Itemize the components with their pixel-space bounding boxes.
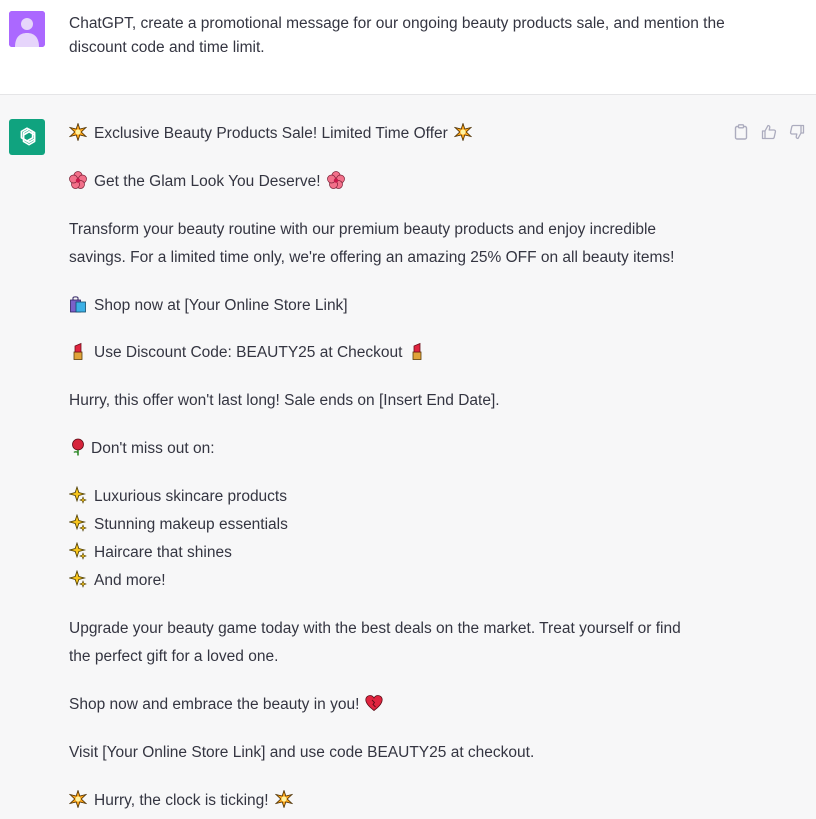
- heart-icon: [365, 694, 383, 712]
- hibiscus-icon: [69, 171, 87, 189]
- lipstick-icon: [408, 342, 426, 360]
- glowing-star-icon: [69, 790, 87, 808]
- list-item: And more!: [69, 567, 166, 595]
- list-item-text: Luxurious skincare products: [94, 488, 287, 505]
- copy-button[interactable]: [732, 123, 750, 141]
- dont-miss-text: Don't miss out on:: [91, 440, 215, 457]
- hurry-line: Hurry, this offer won't last long! Sale …: [69, 392, 500, 409]
- thumbs-up-button[interactable]: [760, 123, 778, 141]
- ticking-text: Hurry, the clock is ticking!: [94, 792, 269, 809]
- sparkles-icon: [69, 514, 87, 532]
- subhead: Get the Glam Look You Deserve!: [69, 168, 345, 196]
- list-item-text: And more!: [94, 572, 166, 589]
- intro-paragraph-line-1: Transform your beauty routine with our p…: [69, 221, 657, 238]
- sparkles-icon: [69, 542, 87, 560]
- openai-logo-icon: [20, 127, 36, 146]
- list-item-text: Haircare that shines: [94, 544, 232, 561]
- assistant-message-row: Exclusive Beauty Products Sale! Limited …: [0, 95, 816, 819]
- thumbs-down-button[interactable]: [788, 123, 806, 141]
- thumbs-up-icon: [761, 124, 777, 140]
- glowing-star-icon: [453, 123, 472, 141]
- user-message-text: ChatGPT, create a promotional message fo…: [69, 15, 725, 56]
- visit-line: Visit [Your Online Store Link] and use c…: [69, 744, 535, 761]
- shopping-bags-icon: [69, 295, 87, 313]
- thumbs-down-icon: [789, 124, 805, 140]
- user-silhouette-icon: [9, 11, 45, 47]
- subhead-text: Get the Glam Look You Deserve!: [94, 173, 321, 190]
- upgrade-paragraph-line-1: Upgrade your beauty game today with the …: [69, 620, 681, 637]
- sparkles-icon: [69, 486, 87, 504]
- rose-icon: [69, 438, 87, 456]
- list-item: Luxurious skincare products: [69, 483, 287, 511]
- shop-now-text: Shop now at [Your Online Store Link]: [94, 297, 348, 314]
- intro-paragraph-line-2: savings. For a limited time only, we're …: [69, 249, 675, 266]
- user-message-row: ChatGPT, create a promotional message fo…: [0, 0, 816, 95]
- ticking-line: Hurry, the clock is ticking!: [69, 787, 293, 815]
- hibiscus-icon: [326, 171, 345, 189]
- list-item: Stunning makeup essentials: [69, 511, 288, 539]
- clipboard-icon: [734, 124, 748, 140]
- sparkles-icon: [69, 570, 87, 588]
- list-item-text: Stunning makeup essentials: [94, 516, 288, 533]
- headline-text: Exclusive Beauty Products Sale! Limited …: [94, 125, 448, 142]
- assistant-avatar: [9, 119, 45, 155]
- upgrade-paragraph-line-2: the perfect gift for a loved one.: [69, 648, 279, 665]
- chat-page: ChatGPT, create a promotional message fo…: [0, 0, 816, 819]
- glowing-star-icon: [69, 123, 87, 141]
- user-avatar: [9, 11, 45, 47]
- discount-text: Use Discount Code: BEAUTY25 at Checkout: [94, 344, 403, 361]
- discount-line: Use Discount Code: BEAUTY25 at Checkout: [69, 339, 426, 367]
- dont-miss-line: Don't miss out on:: [69, 435, 215, 463]
- headline: Exclusive Beauty Products Sale! Limited …: [69, 120, 472, 148]
- shop-now-line: Shop now at [Your Online Store Link]: [69, 292, 348, 320]
- embrace-line: Shop now and embrace the beauty in you!: [69, 691, 383, 719]
- message-actions: [732, 123, 806, 141]
- glowing-star-icon: [274, 790, 293, 808]
- lipstick-icon: [69, 342, 87, 360]
- embrace-text: Shop now and embrace the beauty in you!: [69, 696, 360, 713]
- list-item: Haircare that shines: [69, 539, 232, 567]
